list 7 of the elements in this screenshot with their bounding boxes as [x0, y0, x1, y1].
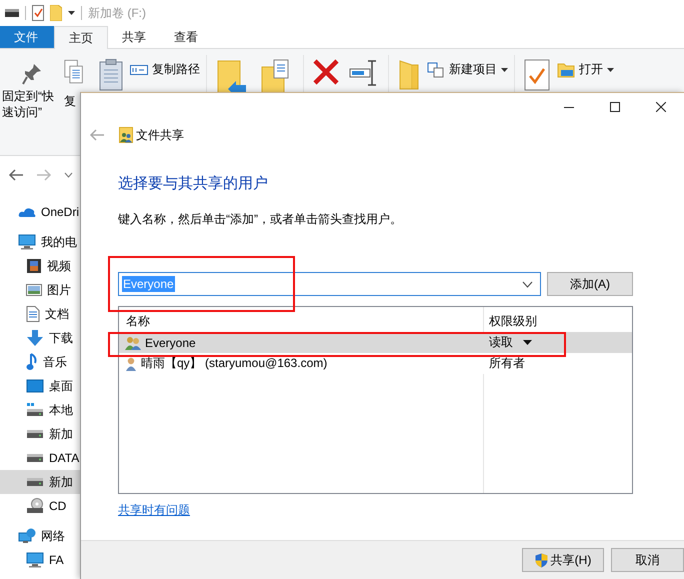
- user-name: 晴雨【qy】 (staryumou@163.com): [141, 355, 328, 372]
- window-title: 新加卷 (F:): [88, 4, 146, 22]
- dialog-title: 文件共享: [136, 126, 184, 144]
- permission-level: 所有者: [489, 355, 525, 372]
- instruction-text: 键入名称，然后单击“添加”，或者单击箭头查找用户。: [118, 211, 403, 228]
- dialog-heading: 选择要与其共享的用户: [118, 174, 269, 193]
- user-name: Everyone: [145, 336, 196, 350]
